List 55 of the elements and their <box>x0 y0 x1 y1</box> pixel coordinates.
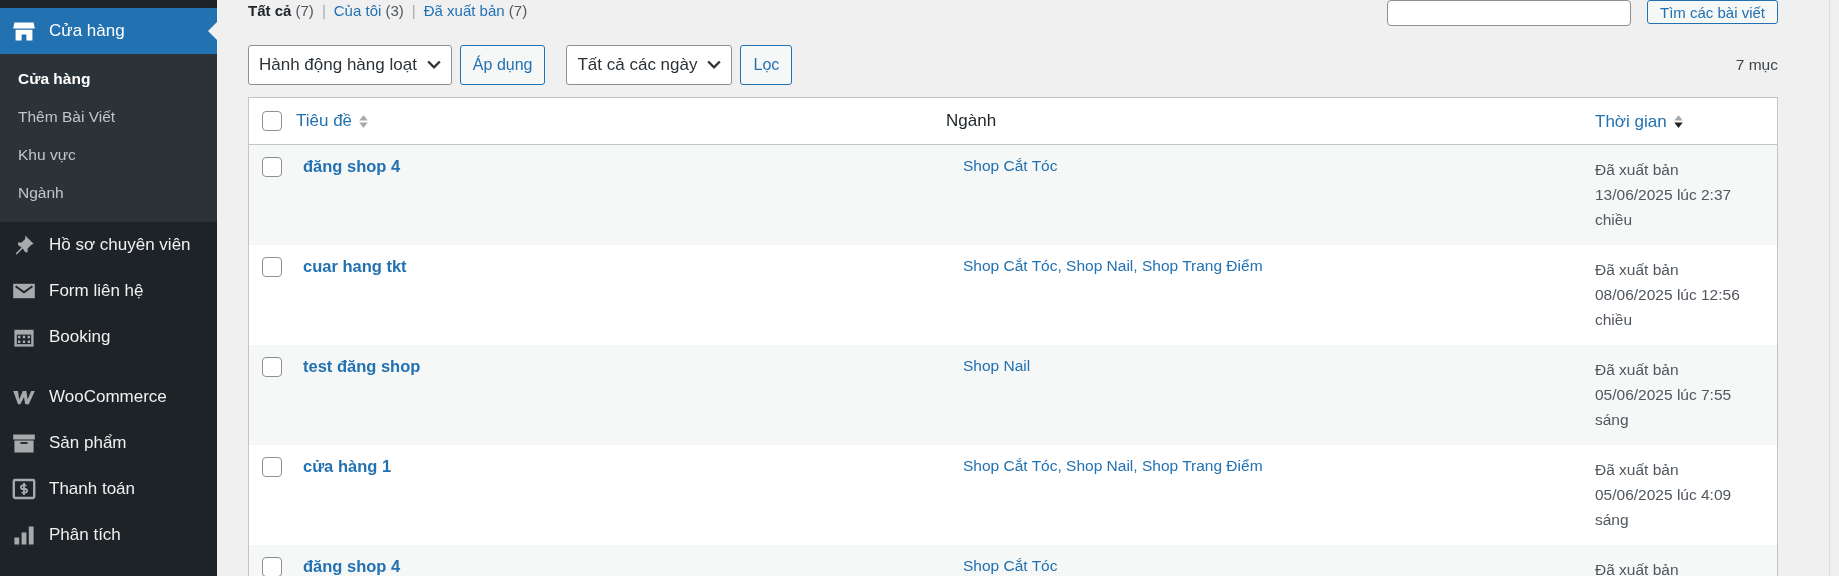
sidebar-menu-item[interactable]: Sản phẩm <box>0 420 217 466</box>
row-checkbox[interactable] <box>262 557 282 576</box>
publish-status: Đã xuất bản <box>1595 260 1680 280</box>
search-button[interactable]: Tìm các bài viết <box>1646 0 1778 24</box>
select-all-checkbox[interactable] <box>262 111 282 131</box>
sidebar-menu-item[interactable]: Thanh toán <box>0 466 217 512</box>
publish-status: Đã xuất bản <box>1595 460 1680 480</box>
sidebar-menu-item[interactable]: Form liên hệ <box>0 268 217 314</box>
submenu-item[interactable]: Cửa hàng <box>0 60 217 98</box>
filter-button[interactable]: Lọc <box>740 45 793 85</box>
publish-status: Đã xuất bản <box>1595 360 1680 380</box>
chevron-down-icon <box>426 60 441 70</box>
post-title-link[interactable]: cửa hàng 1 <box>303 457 392 475</box>
chevron-down-icon <box>707 60 722 70</box>
separator: | <box>321 2 326 19</box>
post-title-link[interactable]: đăng shop 4 <box>303 557 401 575</box>
submenu-item[interactable]: Khu vực <box>0 136 217 174</box>
publish-date: 08/06/2025 lúc 12:56 chiều <box>1595 285 1741 330</box>
item-count: 7 mục <box>1735 56 1778 74</box>
sidebar-menu-item[interactable]: WooCommerce <box>0 374 217 420</box>
row-checkbox[interactable] <box>262 357 282 377</box>
separator: | <box>411 2 416 19</box>
status-filter-link[interactable]: Tất cả (7) <box>248 2 314 19</box>
sidebar-menu-item[interactable]: Booking <box>0 314 217 360</box>
sidebar-menu-item[interactable]: Hồ sơ chuyên viên <box>0 222 217 268</box>
submenu-item[interactable]: Thêm Bài Viết <box>0 98 217 136</box>
date-filter-select[interactable]: Tất cả các ngày <box>566 45 733 85</box>
category-links[interactable]: Shop Nail <box>963 357 1031 374</box>
sidebar-menu-item[interactable]: Cửa hàng <box>0 8 217 54</box>
row-checkbox[interactable] <box>262 257 282 277</box>
category-links[interactable]: Shop Cắt Tóc, Shop Nail, Shop Trang Điểm <box>963 257 1263 274</box>
sidebar-menu-item[interactable]: Phân tích <box>0 512 217 558</box>
row-checkbox[interactable] <box>262 457 282 477</box>
post-title-link[interactable]: cuar hang tkt <box>303 257 407 275</box>
category-links[interactable]: Shop Cắt Tóc, Shop Nail, Shop Trang Điểm <box>963 457 1263 474</box>
bulk-action-select[interactable]: Hành động hàng loạt <box>248 45 452 85</box>
category-links[interactable]: Shop Cắt Tóc <box>963 557 1058 574</box>
post-title-link[interactable]: đăng shop 4 <box>303 157 401 175</box>
publish-status: Đã xuất bản <box>1595 560 1680 576</box>
submenu-item[interactable]: Ngành <box>0 174 217 212</box>
column-header-link[interactable]: Thời gian <box>1595 108 1684 134</box>
status-filter-link[interactable]: Đã xuất bản (7) <box>423 2 528 19</box>
status-filter-link[interactable]: Của tôi (3) <box>333 2 404 19</box>
publish-date: 05/06/2025 lúc 4:09 sáng <box>1595 485 1733 530</box>
publish-date: 13/06/2025 lúc 2:37 chiều <box>1595 185 1733 230</box>
apply-button[interactable]: Áp dụng <box>459 45 546 85</box>
row-checkbox[interactable] <box>262 157 282 177</box>
column-header-link[interactable]: Tiêu đề <box>296 111 370 131</box>
dollar-icon <box>12 477 36 501</box>
category-links[interactable]: Shop Cắt Tóc <box>963 157 1058 174</box>
post-title-link[interactable]: test đăng shop <box>303 357 421 375</box>
publish-date: 05/06/2025 lúc 7:55 sáng <box>1595 385 1733 430</box>
publish-status: Đã xuất bản <box>1595 160 1680 180</box>
column-header: Ngành <box>946 111 997 130</box>
search-field[interactable] <box>1386 0 1631 26</box>
